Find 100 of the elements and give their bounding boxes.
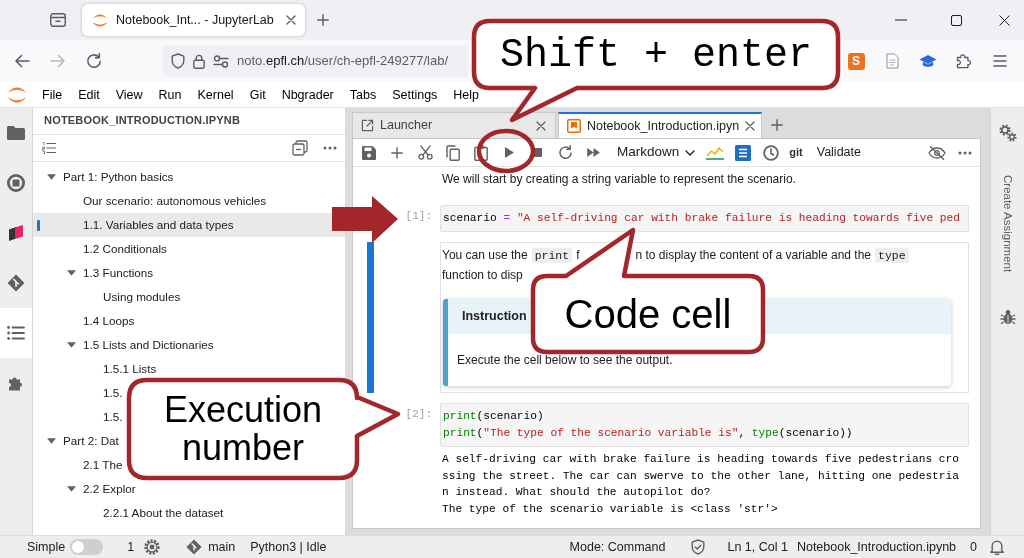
menu-item[interactable]: Nbgrader: [281, 87, 334, 102]
line-chart-icon[interactable]: [706, 145, 725, 160]
menu-item[interactable]: Tabs: [349, 87, 377, 102]
paragraph-text: n to display the content of a variable and the type: [635, 247, 913, 263]
puzzle-icon[interactable]: [956, 53, 972, 69]
menu-item[interactable]: File: [42, 87, 63, 102]
toc-item[interactable]: 2.2 Explor: [33, 482, 138, 496]
bell-icon[interactable]: [990, 539, 1004, 555]
more-icon[interactable]: [323, 146, 337, 150]
toc-item[interactable]: Part 1: Python basics: [33, 170, 176, 184]
restart-icon[interactable]: [557, 145, 573, 160]
sidebar-tab[interactable]: [0, 308, 32, 358]
shield-icon[interactable]: [171, 53, 185, 69]
caret-icon[interactable]: [47, 174, 56, 180]
toc-item[interactable]: 1.4 Loops: [33, 314, 137, 328]
fast-forward-icon[interactable]: [586, 148, 600, 157]
menu-item[interactable]: View: [115, 87, 143, 102]
close-icon[interactable]: [745, 121, 756, 131]
address-field[interactable]: noto.epfl.ch/user/ch-epfl-249277/lab/: [162, 45, 468, 77]
toc-item[interactable]: 2.1 The: [33, 458, 125, 472]
toc-item[interactable]: 1.1. Variables and data types: [33, 213, 345, 237]
caret-icon[interactable]: [47, 438, 56, 444]
close-icon[interactable]: [286, 15, 296, 25]
gears-icon[interactable]: [998, 124, 1017, 142]
tabs-icon[interactable]: [50, 13, 66, 27]
output-text: The type of the scenario variable is <class 'str'>: [442, 502, 779, 518]
collapse-all-icon[interactable]: [292, 140, 308, 156]
document-tab[interactable]: Launcher: [352, 112, 556, 138]
sliders-icon[interactable]: [213, 54, 229, 68]
run-icon[interactable]: [504, 147, 514, 158]
close-icon[interactable]: [999, 14, 1010, 26]
git-button[interactable]: git: [789, 145, 803, 160]
output-text: ssing the street. The car can swerve to the other lane, hitting one pedestria: [442, 468, 960, 484]
browser-tab[interactable]: Notebook_Int... - JupyterLab: [82, 4, 305, 36]
caret-icon[interactable]: [67, 270, 76, 276]
toc-item[interactable]: Part 2: Dat: [33, 434, 121, 448]
code-line: scenario = "A self-driving car with brake failure is heading towards five ped: [443, 211, 961, 226]
notebook-icon: [567, 119, 581, 133]
gear-icon[interactable]: [144, 539, 161, 555]
caret-icon: [685, 149, 696, 156]
plus-icon[interactable]: [771, 119, 783, 131]
toc-item[interactable]: 1.5 Lists and Dictionaries: [33, 338, 216, 352]
toc-item[interactable]: Using modules: [33, 290, 183, 304]
clock-icon[interactable]: [763, 144, 780, 161]
git-icon[interactable]: [186, 539, 203, 555]
minimize-icon[interactable]: [894, 19, 907, 21]
cursor-position: Ln 1, Col 1: [727, 539, 788, 555]
bug-icon[interactable]: [999, 309, 1016, 326]
caret-icon[interactable]: [67, 486, 76, 492]
panel-title: NOTEBOOK_INTRODUCTION.IPYNB: [44, 114, 241, 128]
new-tab-icon[interactable]: [317, 14, 329, 26]
callout-text: Execution number: [163, 389, 323, 468]
reload-icon[interactable]: [86, 53, 102, 69]
sidebar-tab[interactable]: Create Assignment: [1000, 175, 1015, 273]
execution-count: [2]:: [405, 408, 432, 420]
menu-item[interactable]: Edit: [78, 87, 100, 102]
list-icon[interactable]: [735, 144, 752, 161]
branch-name: main: [208, 539, 236, 555]
menu-item[interactable]: Help: [453, 87, 480, 102]
shield-check-icon[interactable]: [691, 539, 706, 555]
execution-count: [1]:: [405, 210, 432, 222]
folder-icon: [7, 126, 25, 140]
toc-item[interactable]: 1.5.1 Lists: [33, 362, 159, 376]
code-editor[interactable]: scenario = "A self-driving car with brake failure is heading towards five ped: [440, 205, 969, 232]
maximize-icon[interactable]: [951, 14, 962, 26]
logo-icon: [7, 86, 27, 103]
lock-icon[interactable]: [193, 53, 205, 69]
numbered-list-icon[interactable]: [42, 142, 56, 154]
copy-icon[interactable]: [446, 144, 460, 161]
cut-icon[interactable]: [417, 145, 433, 160]
graduation-cap-icon[interactable]: [919, 54, 937, 68]
menu-item[interactable]: Git: [249, 87, 266, 102]
toggle-switch[interactable]: [70, 539, 104, 555]
menu-item[interactable]: Settings: [392, 87, 438, 102]
plus-icon[interactable]: [391, 146, 403, 159]
paragraph-text: function to disp: [442, 267, 523, 283]
paragraph-text: You can use the print f: [442, 247, 580, 263]
toc-item[interactable]: 1.3 Functions: [33, 266, 156, 280]
cards-icon: [8, 225, 24, 241]
code-editor[interactable]: print(scenario) print("The type of the scenario variable is", type(scenario)): [440, 403, 969, 447]
menu-item[interactable]: Kernel: [197, 87, 234, 102]
menu-item[interactable]: Run: [158, 87, 182, 102]
eye-slash-icon[interactable]: [928, 145, 946, 160]
caret-icon[interactable]: [67, 342, 76, 348]
output-text: n instead. What should the autopilot do?: [442, 485, 712, 501]
favicon-icon: [92, 13, 108, 27]
more-icon[interactable]: [958, 150, 972, 155]
validate-button[interactable]: Validate: [816, 145, 861, 160]
toc-item[interactable]: 1.5.: [33, 410, 125, 424]
save-icon[interactable]: [362, 145, 376, 160]
toc-item[interactable]: 2.2.1 About the dataset: [33, 506, 226, 520]
toc-item[interactable]: Our scenario: autonomous vehicles: [33, 194, 269, 208]
back-icon[interactable]: [14, 54, 30, 68]
output-text: A self-driving car with brake failure is heading towards five pedestrians cro: [442, 452, 960, 467]
toc-item[interactable]: 1.5.: [33, 386, 125, 400]
cell-type-dropdown[interactable]: Markdown: [610, 140, 702, 165]
document-tab[interactable]: Notebook_Introduction.ipyn: [558, 112, 762, 138]
toc-item[interactable]: 1.2 Conditionals: [33, 242, 169, 256]
paste-icon[interactable]: [474, 144, 488, 161]
menu-icon[interactable]: [993, 55, 1007, 67]
